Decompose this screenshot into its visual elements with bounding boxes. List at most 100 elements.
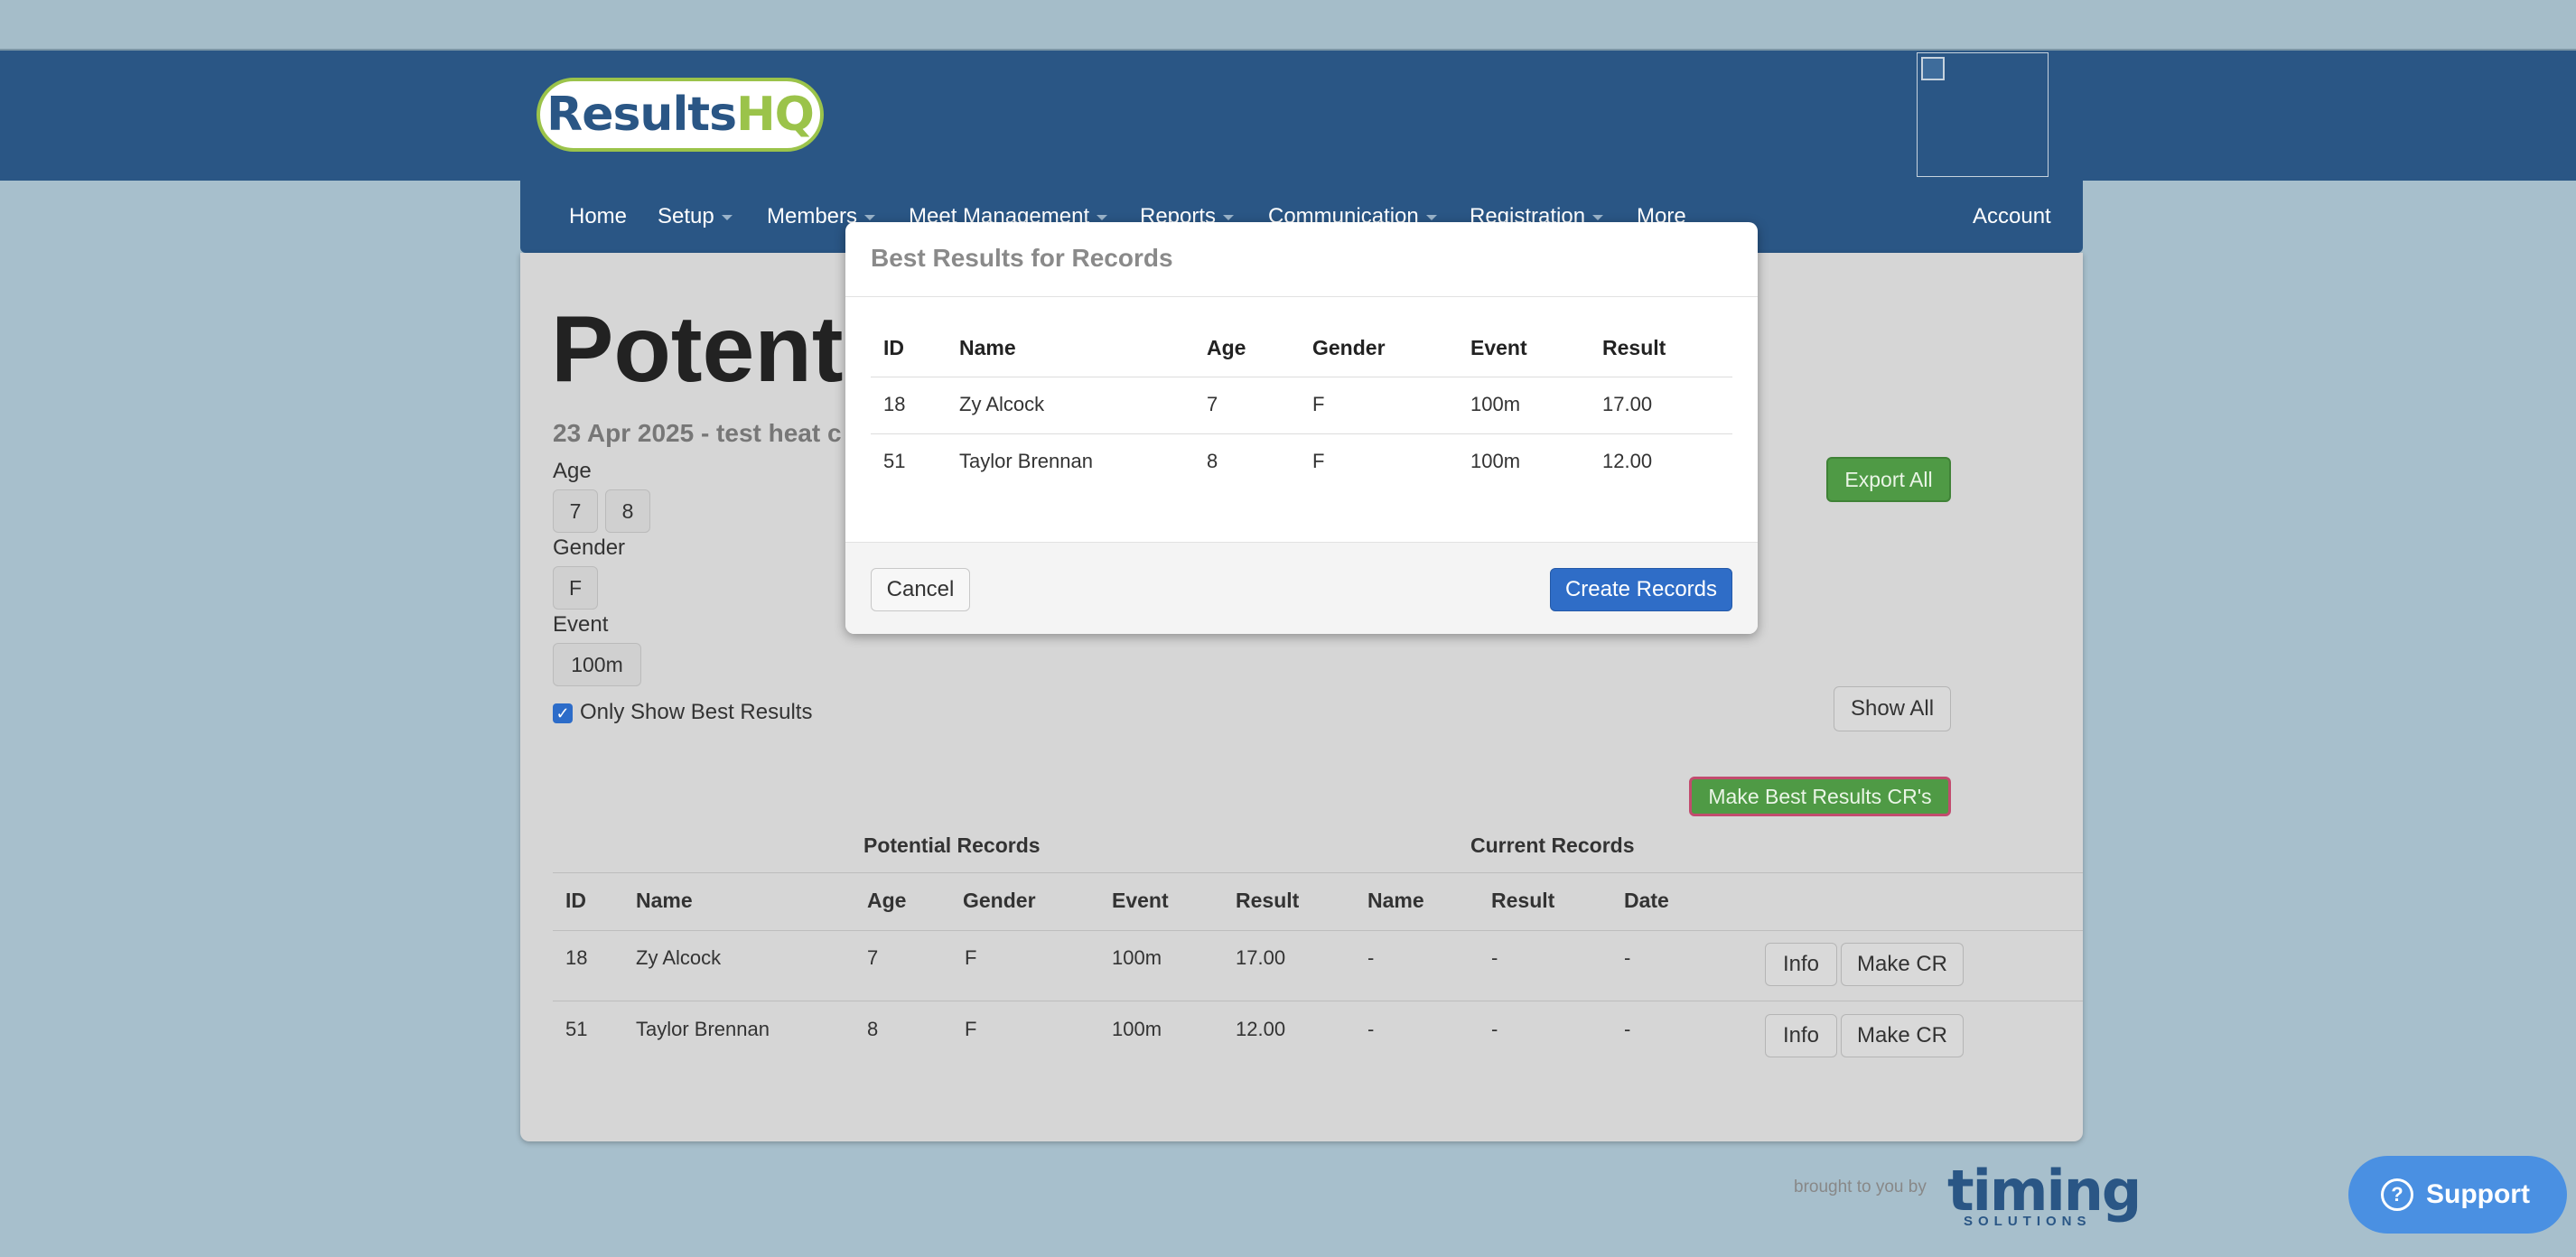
col-gender: Gender — [963, 889, 1036, 912]
best-results-modal: Best Results for Records ID Name Age Gen… — [845, 222, 1758, 634]
modal-row-age: 8 — [1207, 450, 1218, 472]
row-current-date: - — [1624, 1018, 1631, 1040]
nav-setup[interactable]: Setup — [658, 204, 733, 229]
row-current-date: - — [1624, 946, 1631, 969]
only-best-results-checkbox[interactable]: ✓ — [553, 703, 573, 723]
question-icon: ? — [2381, 1178, 2413, 1211]
make-best-results-crs-button[interactable]: Make Best Results CR's — [1689, 777, 1951, 816]
row-event: 100m — [1112, 1018, 1162, 1040]
modal-row-result: 12.00 — [1602, 450, 1653, 472]
age-filter-button-8[interactable]: 8 — [605, 489, 650, 533]
chevron-down-icon — [1097, 214, 1108, 220]
modal-col-result: Result — [1602, 336, 1666, 359]
modal-col-id: ID — [883, 336, 904, 359]
modal-row-id: 18 — [883, 393, 906, 415]
modal-row-result: 17.00 — [1602, 393, 1653, 415]
col-age: Age — [867, 889, 907, 912]
row-name: Taylor Brennan — [636, 1018, 770, 1040]
event-filter-button-100m[interactable]: 100m — [553, 643, 641, 686]
support-button[interactable]: ? Support — [2348, 1156, 2567, 1234]
row-gender: F — [965, 1018, 977, 1040]
table-divider — [553, 872, 2083, 873]
current-records-heading: Current Records — [1470, 833, 1635, 857]
row-gender: F — [965, 946, 977, 969]
modal-header-divider — [845, 296, 1758, 297]
row-event: 100m — [1112, 946, 1162, 969]
modal-title: Best Results for Records — [871, 244, 1173, 272]
modal-col-gender: Gender — [1312, 336, 1386, 359]
broken-image-placeholder — [1917, 52, 2049, 177]
age-filter-button-7[interactable]: 7 — [553, 489, 598, 533]
site-banner — [0, 51, 2576, 181]
browser-top-strip — [0, 0, 2576, 51]
make-cr-button[interactable]: Make CR — [1841, 1014, 1964, 1057]
modal-col-event: Event — [1470, 336, 1527, 359]
export-all-button[interactable]: Export All — [1826, 457, 1951, 502]
col-event: Event — [1112, 889, 1169, 912]
chevron-down-icon — [1592, 214, 1604, 220]
modal-row-gender: F — [1312, 450, 1325, 472]
logo-text-results: Results — [546, 88, 737, 142]
nav-account[interactable]: Account — [1973, 204, 2051, 229]
modal-row-gender: F — [1312, 393, 1325, 415]
info-button[interactable]: Info — [1765, 1014, 1837, 1057]
col-current-date: Date — [1624, 889, 1669, 912]
row-name: Zy Alcock — [636, 946, 722, 969]
row-current-result: - — [1491, 946, 1498, 969]
only-best-results-label: Only Show Best Results — [580, 700, 813, 724]
support-label: Support — [2426, 1179, 2530, 1209]
modal-row-id: 51 — [883, 450, 906, 472]
row-current-name: - — [1367, 1018, 1375, 1040]
chevron-down-icon — [1425, 214, 1437, 220]
modal-row-event: 100m — [1470, 450, 1521, 472]
row-result: 12.00 — [1236, 1018, 1286, 1040]
row-id: 51 — [565, 1018, 588, 1040]
gender-filter-button-f[interactable]: F — [553, 566, 598, 610]
gender-filter-label: Gender — [553, 535, 626, 560]
modal-col-name: Name — [959, 336, 1016, 359]
nav-account-label: Account — [1973, 204, 2051, 228]
make-cr-button[interactable]: Make CR — [1841, 943, 1964, 986]
logo-text-hq: HQ — [736, 88, 815, 142]
timing-solutions-logo[interactable]: timing SOLUTIONS — [1947, 1158, 2142, 1230]
modal-row-name: Zy Alcock — [959, 393, 1045, 415]
modal-table-divider — [871, 433, 1732, 434]
chevron-down-icon — [721, 214, 733, 220]
nav-home-label: Home — [569, 204, 628, 228]
modal-row-name: Taylor Brennan — [959, 450, 1093, 472]
row-age: 8 — [867, 1018, 879, 1040]
create-records-button[interactable]: Create Records — [1550, 568, 1732, 611]
modal-row-age: 7 — [1207, 393, 1218, 415]
timing-logo-text: timing — [1947, 1158, 2142, 1224]
potential-records-heading: Potential Records — [863, 833, 1041, 857]
solutions-logo-text: SOLUTIONS — [1964, 1214, 2092, 1229]
row-current-result: - — [1491, 1018, 1498, 1040]
nav-setup-label: Setup — [658, 204, 714, 228]
page-subtitle: 23 Apr 2025 - test heat c — [553, 419, 842, 447]
row-id: 18 — [565, 946, 588, 969]
col-result: Result — [1236, 889, 1300, 912]
chevron-down-icon — [864, 214, 876, 220]
col-name: Name — [636, 889, 693, 912]
modal-row-event: 100m — [1470, 393, 1521, 415]
cancel-button[interactable]: Cancel — [871, 568, 970, 611]
chevron-down-icon — [1223, 214, 1235, 220]
event-filter-label: Event — [553, 612, 609, 637]
modal-col-age: Age — [1207, 336, 1246, 359]
table-divider — [553, 930, 2083, 931]
row-current-name: - — [1367, 946, 1375, 969]
row-result: 17.00 — [1236, 946, 1286, 969]
row-age: 7 — [867, 946, 879, 969]
col-id: ID — [565, 889, 586, 912]
age-filter-label: Age — [553, 459, 592, 483]
col-current-result: Result — [1491, 889, 1555, 912]
modal-footer: Cancel Create Records — [845, 542, 1758, 634]
col-current-name: Name — [1367, 889, 1424, 912]
info-button[interactable]: Info — [1765, 943, 1837, 986]
show-all-button[interactable]: Show All — [1834, 686, 1951, 731]
resultshq-logo[interactable]: Results HQ — [537, 78, 824, 152]
nav-members-label: Members — [767, 204, 858, 228]
broken-image-icon — [1921, 57, 1945, 80]
brought-to-you-by-text: brought to you by — [1794, 1178, 1927, 1196]
nav-home[interactable]: Home — [569, 204, 627, 229]
